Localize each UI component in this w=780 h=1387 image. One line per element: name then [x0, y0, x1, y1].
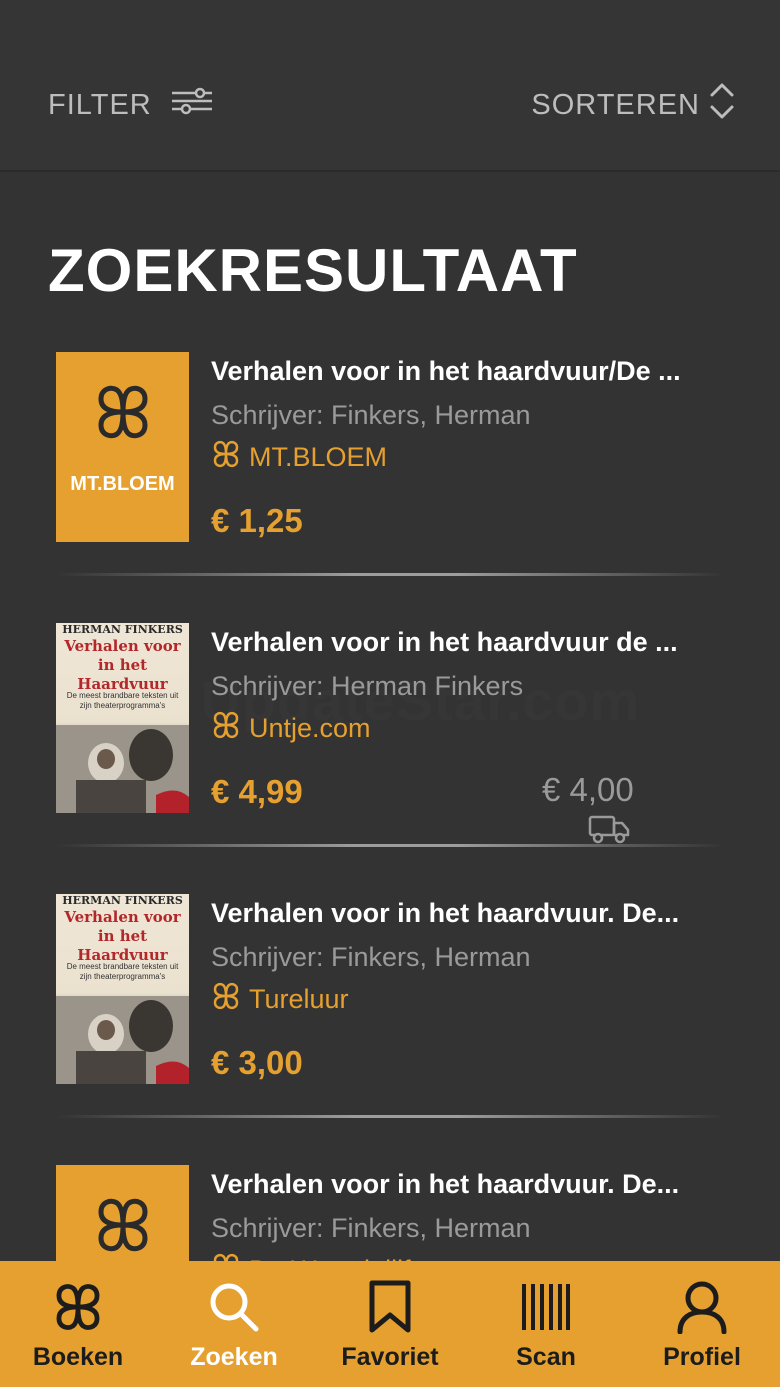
barcode-icon [520, 1279, 572, 1335]
divider [56, 1115, 724, 1118]
bottom-nav: Boeken Zoeken Favoriet Scan Profiel [0, 1261, 780, 1387]
book-cover-image: HERMAN FINKERS Verhalen voor in het Haardv… [56, 894, 189, 1084]
sort-arrows-icon [708, 81, 736, 129]
user-icon [675, 1279, 729, 1335]
store-logo-icon [211, 710, 241, 747]
nav-label: Scan [516, 1343, 576, 1371]
result-price: € 4,99 [211, 773, 303, 810]
book-cover-image: HERMAN FINKERS Verhalen voor in het Haardv… [56, 623, 189, 813]
search-icon [206, 1279, 262, 1335]
bookmark-icon [368, 1279, 412, 1335]
result-store[interactable]: Untje.com [211, 711, 371, 745]
filter-label: FILTER [48, 88, 152, 121]
result-item[interactable]: MT.BLOEM Verhalen voor in het haardvuur/… [56, 352, 726, 542]
nav-favoriet[interactable]: Favoriet [312, 1261, 468, 1387]
book-logo-icon [52, 1279, 104, 1335]
store-name: Tureluur [249, 983, 349, 1014]
nav-label: Zoeken [190, 1343, 278, 1371]
result-title[interactable]: Verhalen voor in het haardvuur de ... [211, 627, 726, 658]
result-title[interactable]: Verhalen voor in het haardvuur. De... [211, 898, 726, 929]
filter-button[interactable]: FILTER [48, 84, 214, 126]
page-title: ZOEKRESULTAAT [48, 237, 578, 304]
nav-label: Favoriet [341, 1343, 439, 1371]
divider [56, 573, 724, 576]
thumbnail-store-text: MT.BLOEM [70, 473, 175, 495]
store-name: Untje.com [249, 712, 371, 743]
result-store[interactable]: MT.BLOEM [211, 440, 387, 474]
divider [56, 844, 724, 847]
sort-button[interactable]: SORTEREN [531, 81, 736, 129]
nav-scan[interactable]: Scan [468, 1261, 624, 1387]
result-author: Schrijver: Finkers, Herman [211, 1213, 531, 1243]
nav-boeken[interactable]: Boeken [0, 1261, 156, 1387]
result-title[interactable]: Verhalen voor in het haardvuur/De ... [211, 356, 726, 387]
result-author: Schrijver: Herman Finkers [211, 671, 524, 701]
result-author: Schrijver: Finkers, Herman [211, 400, 531, 430]
result-item[interactable]: HERMAN FINKERS Verhalen voor in het Haardv… [56, 623, 726, 844]
store-name: MT.BLOEM [249, 441, 388, 472]
shipping-cost: € 4,00 [542, 771, 634, 808]
book-logo-icon [93, 382, 153, 447]
book-thumbnail-placeholder: MT.BLOEM [56, 352, 189, 542]
nav-label: Boeken [32, 1343, 124, 1371]
result-title[interactable]: Verhalen voor in het haardvuur. De... [211, 1169, 726, 1200]
result-author: Schrijver: Finkers, Herman [211, 942, 531, 972]
result-item[interactable]: HERMAN FINKERS Verhalen voor in het Haardv… [56, 894, 726, 1084]
result-price: € 3,00 [211, 1044, 303, 1081]
book-logo-icon [93, 1195, 153, 1260]
result-price: € 1,25 [211, 502, 303, 539]
store-logo-icon [211, 981, 241, 1018]
sort-label: SORTEREN [531, 88, 700, 121]
store-logo-icon [211, 439, 241, 476]
top-bar: FILTER SORTEREN [0, 0, 780, 172]
nav-zoeken[interactable]: Zoeken [156, 1261, 312, 1387]
nav-profiel[interactable]: Profiel [624, 1261, 780, 1387]
filter-sliders-icon [170, 87, 214, 123]
nav-label: Profiel [663, 1343, 741, 1371]
result-store[interactable]: Tureluur [211, 982, 349, 1016]
